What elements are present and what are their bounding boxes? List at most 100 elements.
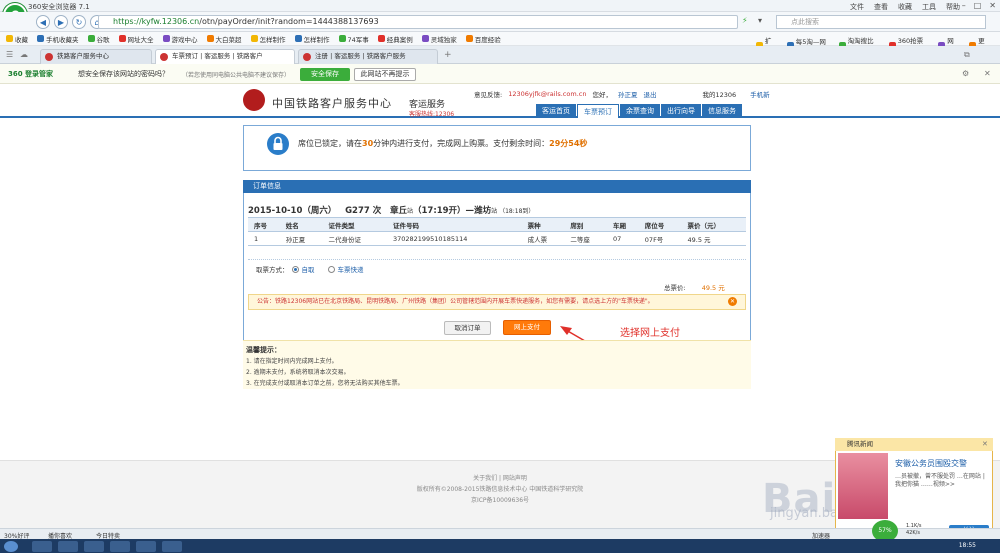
maximize-icon[interactable]: □ <box>974 1 982 10</box>
bookmark-label: 怎样制作 <box>259 35 286 44</box>
greeting: 您好， <box>592 91 612 99</box>
menu-tools[interactable]: 工具 <box>922 2 936 12</box>
my12306-link[interactable]: 我的12306 <box>702 89 736 99</box>
train-info: 2015-10-10（周六） G277 次 章丘站（17:19开）—潍坊站 （18… <box>248 204 534 216</box>
table-cell: 370282199510185114 <box>386 231 522 246</box>
divider <box>248 259 746 260</box>
column-header: 票种 <box>521 217 565 232</box>
window-title: 360安全浏览器 7.1 <box>28 3 90 11</box>
cloud-icon[interactable]: ☁ <box>20 50 28 59</box>
nav-home[interactable]: 客运首页 <box>536 104 576 118</box>
chevron-down-icon[interactable]: ▾ <box>758 16 762 25</box>
notice-close-icon[interactable]: ✕ <box>728 297 737 306</box>
bookmark-icon <box>206 35 214 42</box>
taskbar-app-icon[interactable] <box>32 541 52 552</box>
menu-file[interactable]: 文件 <box>850 2 864 12</box>
countdown: 29分54秒 <box>549 139 588 148</box>
tab-booking[interactable]: 车票预订 | 客运服务 | 铁路客户 <box>155 49 295 64</box>
bookmark-icon <box>338 35 346 42</box>
fetch-express-radio[interactable] <box>327 265 335 273</box>
start-icon[interactable] <box>4 541 18 552</box>
bookmark-item[interactable]: 手机收藏夹 <box>37 34 79 44</box>
arrive-time: （18:18到） <box>499 208 535 215</box>
bookmark-item[interactable]: 网址大全 <box>118 34 154 44</box>
table-cell: 07 <box>607 231 639 246</box>
bookmark-item[interactable]: 游戏中心 <box>162 34 198 44</box>
header-links: 意见反馈: 12306yjfk@rails.com.cn 您好， 孙正夏 退出 … <box>474 89 770 99</box>
forward-icon[interactable]: ▶ <box>54 15 68 29</box>
nav-booking[interactable]: 车票预订 <box>577 104 619 118</box>
passenger-table: 序号 姓名 证件类型 证件号码 票种 席别 车厢 席位号 票价（元） 1 孙正夏 二代身份证 3702… <box>248 217 746 246</box>
online-pay-button[interactable]: 网上支付 <box>503 320 551 335</box>
menu-help[interactable]: 帮助 <box>946 2 960 12</box>
lightning-icon[interactable]: ⚡ <box>742 16 748 25</box>
taskbar-app-icon[interactable] <box>136 541 156 552</box>
taskbar-app-icon[interactable] <box>110 541 130 552</box>
bookmark-label: 游戏中心 <box>171 35 198 44</box>
bar-close-icon[interactable]: ✕ <box>984 69 991 78</box>
bookmark-item[interactable]: 百度经验 <box>465 34 501 44</box>
new-tab-icon[interactable]: + <box>444 50 452 60</box>
net-up: 1.1K/s <box>906 523 922 529</box>
bookmark-item[interactable]: 74军事 <box>338 34 369 44</box>
url-path: /otn/payOrder/init?random=1444388137693 <box>199 17 379 26</box>
cancel-order-button[interactable]: 取消订单 <box>444 321 491 335</box>
tab-home[interactable]: 铁路客户服务中心 <box>40 49 152 64</box>
tab-list-icon[interactable]: ⧉ <box>964 50 970 60</box>
total-value: 49.5 元 <box>701 284 725 292</box>
taskbar: 18:55 <box>0 539 1000 553</box>
taskbar-app-icon[interactable] <box>58 541 78 552</box>
safe-save-button[interactable]: 安全保存 <box>300 68 350 81</box>
bookmark-item[interactable]: 谷歌 <box>87 34 110 44</box>
bookmark-item[interactable]: 怎样制作 <box>250 34 286 44</box>
site-name: 中国铁路客户服务中心 <box>272 97 392 110</box>
net-down: 42K/s <box>906 530 920 536</box>
save-password-hint: （若您使用同电脑公共电脑不建议保存） <box>182 72 291 79</box>
minimize-icon[interactable]: – <box>962 1 966 10</box>
menu-view[interactable]: 查看 <box>874 2 888 12</box>
taskbar-app-icon[interactable] <box>162 541 182 552</box>
news-body[interactable]: …员被撤，曾不服处罚 …在网站 | 我把你猫 ……视频>> <box>895 473 989 489</box>
table-cell: 二等座 <box>564 231 607 246</box>
back-icon[interactable]: ◀ <box>36 15 50 29</box>
tab-register[interactable]: 注册 | 客运服务 | 铁路客户服务 <box>298 49 438 64</box>
nav-remaining[interactable]: 余票查询 <box>620 104 660 118</box>
user-name[interactable]: 孙正夏 <box>618 89 638 99</box>
nav-guide[interactable]: 出行向导 <box>661 104 701 118</box>
close-icon[interactable]: ✕ <box>989 1 996 10</box>
never-prompt-button[interactable]: 此网站不再提示 <box>354 68 416 81</box>
news-close-icon[interactable]: ✕ <box>982 440 988 448</box>
bookmark-item[interactable]: 经典案例 <box>377 34 413 44</box>
address-bar: ◀ ▶ ↻ ⌂ https://kyfw.12306.cn/otn/payOrd… <box>0 12 1000 32</box>
settings-icon[interactable]: ⚙ <box>962 69 969 78</box>
table-cell: 孙正夏 <box>279 231 323 246</box>
fetch-label: 取票方式： <box>256 266 289 274</box>
column-header: 序号 <box>248 217 280 232</box>
column-header: 车厢 <box>607 217 639 232</box>
mobile-link[interactable]: 手机新 <box>750 89 770 99</box>
bookmark-item[interactable]: 收藏 <box>6 34 28 44</box>
bookmark-item[interactable]: 怎样制作 <box>294 34 330 44</box>
bookmark-icon <box>465 35 473 42</box>
news-image[interactable] <box>838 453 888 519</box>
menu-favorites[interactable]: 收藏 <box>898 2 912 12</box>
search-input[interactable]: 点此搜索 <box>776 15 986 29</box>
logout-link[interactable]: 退出 <box>643 89 656 99</box>
bookmark-item[interactable]: 大白菜超 <box>206 34 242 44</box>
bookmark-item[interactable]: 灵域独家 <box>421 34 457 44</box>
news-title[interactable]: 安徽公务员围殴交警 <box>895 458 967 469</box>
feedback-email[interactable]: 12306yjfk@rails.com.cn <box>508 90 586 98</box>
bookmark-icon <box>421 35 429 42</box>
fetch-self-radio[interactable] <box>291 265 299 273</box>
column-header: 席位号 <box>638 217 682 232</box>
fetch-self-label[interactable]: 自取 <box>302 264 315 274</box>
refresh-icon[interactable]: ↻ <box>72 15 86 29</box>
nav-info[interactable]: 信息服务 <box>702 104 742 118</box>
url-input[interactable]: https://kyfw.12306.cn/otn/payOrder/init?… <box>98 15 738 29</box>
tab-menu-icon[interactable]: ☰ <box>6 50 13 59</box>
bookmarks-left: 收藏 手机收藏夹 谷歌 网址大全 游戏中心 大白菜超 怎样制作 怎样制作 74军事 经典案例 灵域独… <box>0 34 510 44</box>
taskbar-app-icon[interactable] <box>84 541 104 552</box>
fetch-express-label[interactable]: 车票快递 <box>338 264 364 274</box>
bookmark-icon <box>37 35 44 42</box>
lock-icon <box>267 133 289 155</box>
